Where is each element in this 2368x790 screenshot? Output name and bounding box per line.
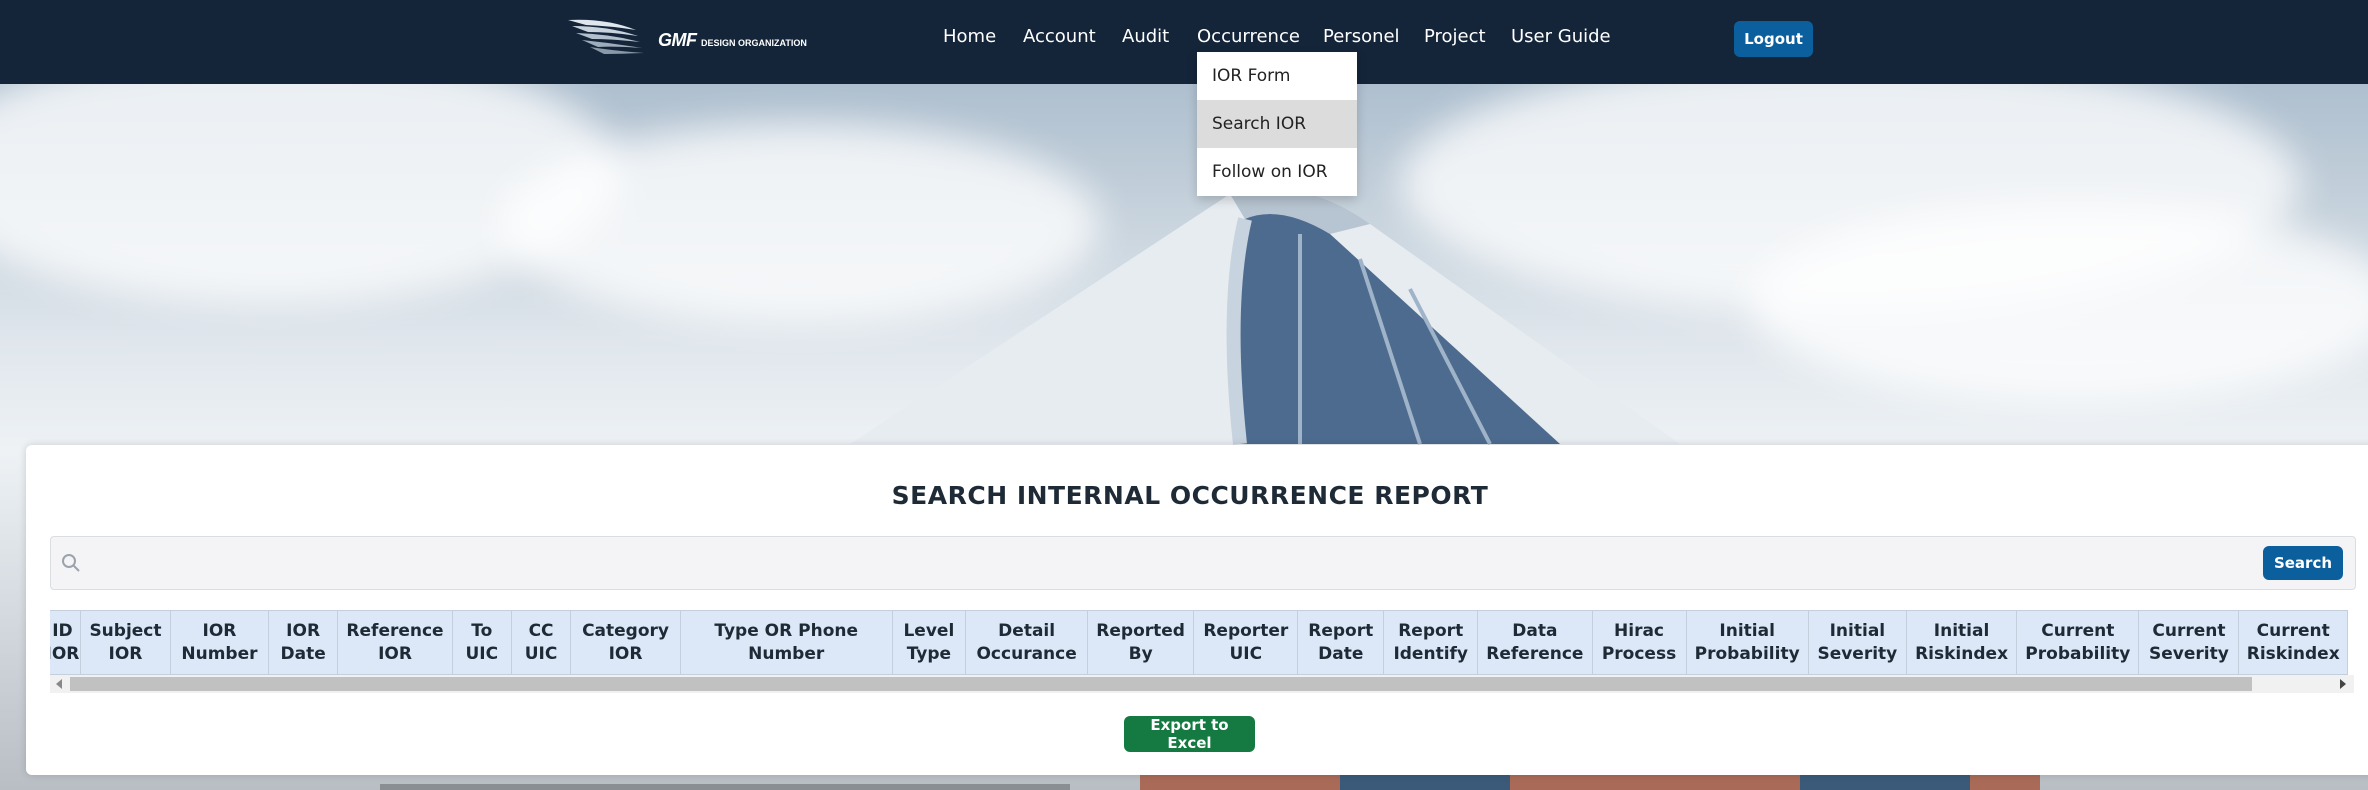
- search-ior-card: SEARCH INTERNAL OCCURRENCE REPORT Search…: [26, 445, 2368, 775]
- col-header[interactable]: Current Probability: [2016, 610, 2140, 675]
- export-to-excel-button[interactable]: Export to Excel: [1124, 716, 1255, 752]
- top-navbar: GMF DESIGN ORGANIZATION Home Account Aud…: [0, 0, 2368, 84]
- col-header[interactable]: IOR Date: [267, 610, 339, 675]
- logo-wordmark: GMF DESIGN ORGANIZATION: [658, 30, 807, 51]
- horizontal-scrollbar[interactable]: [50, 675, 2354, 693]
- col-header[interactable]: Type OR Phone Number: [679, 610, 893, 675]
- scrollbar-thumb[interactable]: [70, 677, 2252, 691]
- col-header[interactable]: Level Type: [891, 610, 967, 675]
- col-header[interactable]: Hirac Process: [1591, 610, 1687, 675]
- nav-user-guide[interactable]: User Guide: [1511, 26, 1611, 47]
- dropdown-item-search-ior[interactable]: Search IOR: [1197, 100, 1357, 148]
- page-title: SEARCH INTERNAL OCCURRENCE REPORT: [891, 481, 1489, 510]
- table-header-row: ID IOR Subject IOR IOR Number IOR Date R…: [50, 610, 2348, 675]
- search-input[interactable]: [87, 543, 2271, 583]
- nav-occurrence[interactable]: Occurrence: [1197, 26, 1300, 47]
- col-header[interactable]: Reference IOR: [337, 610, 453, 675]
- nav-account[interactable]: Account: [1023, 26, 1096, 47]
- nav-project[interactable]: Project: [1424, 26, 1486, 47]
- search-button[interactable]: Search: [2263, 546, 2343, 580]
- col-header[interactable]: CC UIC: [510, 610, 572, 675]
- col-header[interactable]: Current Severity: [2138, 610, 2240, 675]
- nav-personel[interactable]: Personel: [1323, 26, 1400, 47]
- col-header[interactable]: Initial Probability: [1685, 610, 1809, 675]
- col-header[interactable]: Report Identify: [1383, 610, 1479, 675]
- col-header[interactable]: Reported By: [1087, 610, 1195, 675]
- col-header[interactable]: Category IOR: [570, 610, 681, 675]
- logo-subtext: DESIGN ORGANIZATION: [701, 38, 807, 48]
- nav-home[interactable]: Home: [943, 26, 996, 47]
- col-header[interactable]: ID IOR: [50, 610, 81, 675]
- scroll-left-icon[interactable]: [56, 679, 62, 689]
- col-header[interactable]: Initial Severity: [1807, 610, 1907, 675]
- dropdown-item-follow-on-ior[interactable]: Follow on IOR: [1197, 148, 1357, 196]
- col-header[interactable]: Subject IOR: [79, 610, 172, 675]
- col-header[interactable]: Reporter UIC: [1193, 610, 1299, 675]
- dropdown-item-ior-form[interactable]: IOR Form: [1197, 52, 1357, 100]
- ior-table: ID IOR Subject IOR IOR Number IOR Date R…: [50, 610, 2348, 675]
- col-header[interactable]: Initial Riskindex: [1905, 610, 2018, 675]
- nav-audit[interactable]: Audit: [1122, 26, 1169, 47]
- search-bar: Search: [50, 536, 2356, 590]
- col-header[interactable]: Detail Occurance: [965, 610, 1089, 675]
- search-icon: [62, 554, 80, 572]
- col-header[interactable]: Data Reference: [1477, 610, 1593, 675]
- wing-logo-icon: [568, 19, 644, 54]
- col-header[interactable]: IOR Number: [170, 610, 269, 675]
- logo-text: GMF: [658, 30, 697, 50]
- col-header[interactable]: Report Date: [1297, 610, 1385, 675]
- occurrence-dropdown-menu: IOR Form Search IOR Follow on IOR: [1197, 52, 1357, 196]
- col-header[interactable]: To UIC: [451, 610, 512, 675]
- scroll-right-icon[interactable]: [2340, 679, 2346, 689]
- logout-button[interactable]: Logout: [1734, 21, 1813, 57]
- col-header[interactable]: Current Riskindex: [2238, 610, 2348, 675]
